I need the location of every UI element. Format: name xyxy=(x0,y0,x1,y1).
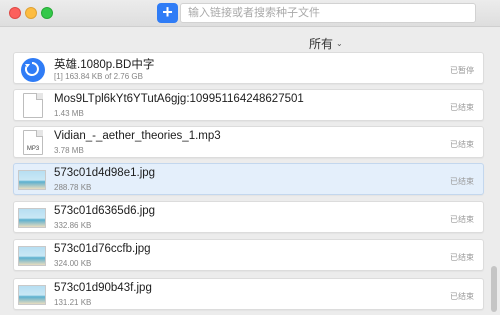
add-download-button[interactable]: + xyxy=(157,3,178,23)
item-size: 288.78 KB xyxy=(54,183,92,192)
close-window-button[interactable] xyxy=(9,7,21,19)
item-status: 已暂停 xyxy=(450,66,474,75)
search-input[interactable]: 输入链接或者搜索种子文件 xyxy=(180,3,476,23)
download-item[interactable]: 573c01d6365d6.jpg 332.86 KB 已结束 xyxy=(13,201,484,233)
download-item[interactable]: 573c01d76ccfb.jpg 324.00 KB 已结束 xyxy=(13,239,484,271)
scrollbar[interactable] xyxy=(490,52,498,315)
zoom-window-button[interactable] xyxy=(41,7,53,19)
download-list: 英雄.1080p.BD中字 [1] 163.84 KB of 2.76 GB 已… xyxy=(0,52,500,315)
download-item[interactable]: MP3 Vidian_-_aether_theories_1.mp3 3.78 … xyxy=(13,126,484,158)
item-status: 已结束 xyxy=(450,215,474,224)
item-status: 已结束 xyxy=(450,253,474,262)
item-size: 3.78 MB xyxy=(54,146,84,155)
scrollbar-thumb[interactable] xyxy=(491,266,497,312)
minimize-window-button[interactable] xyxy=(25,7,37,19)
item-name: 英雄.1080p.BD中字 xyxy=(54,59,155,71)
item-size: 324.00 KB xyxy=(54,259,92,268)
item-status: 已结束 xyxy=(450,177,474,186)
mp3-icon: MP3 xyxy=(23,130,43,155)
image-thumbnail xyxy=(18,170,46,190)
item-size: [1] 163.84 KB of 2.76 GB xyxy=(54,72,143,81)
download-item[interactable]: 573c01d4d98e1.jpg 288.78 KB 已结束 xyxy=(13,163,484,195)
document-icon xyxy=(23,93,43,118)
filter-dropdown[interactable]: 所有 ⌄ xyxy=(309,35,343,52)
item-size: 332.86 KB xyxy=(54,221,92,230)
chevron-down-icon: ⌄ xyxy=(336,39,343,48)
item-size: 1.43 MB xyxy=(54,109,84,118)
item-name: Mos9LTpl6kYt6YTutA6gjg:10995116424862750… xyxy=(54,93,304,105)
sync-icon xyxy=(21,58,45,82)
item-name: 573c01d6365d6.jpg xyxy=(54,205,156,217)
image-thumbnail xyxy=(18,285,46,305)
item-status: 已结束 xyxy=(450,292,474,301)
image-thumbnail xyxy=(18,208,46,228)
item-status: 已结束 xyxy=(450,140,474,149)
download-item[interactable]: 573c01d90b43f.jpg 131.21 KB 已结束 xyxy=(13,278,484,310)
item-name: 573c01d76ccfb.jpg xyxy=(54,243,151,255)
download-item[interactable]: Mos9LTpl6kYt6YTutA6gjg:10995116424862750… xyxy=(13,89,484,121)
item-status: 已结束 xyxy=(450,103,474,112)
item-name: 573c01d4d98e1.jpg xyxy=(54,167,156,179)
download-item[interactable]: 英雄.1080p.BD中字 [1] 163.84 KB of 2.76 GB 已… xyxy=(13,52,484,84)
item-name: Vidian_-_aether_theories_1.mp3 xyxy=(54,130,221,142)
item-name: 573c01d90b43f.jpg xyxy=(54,282,152,294)
filter-label: 所有 xyxy=(309,37,334,51)
item-size: 131.21 KB xyxy=(54,298,92,307)
image-thumbnail xyxy=(18,246,46,266)
title-bar: + 输入链接或者搜索种子文件 xyxy=(0,0,500,27)
